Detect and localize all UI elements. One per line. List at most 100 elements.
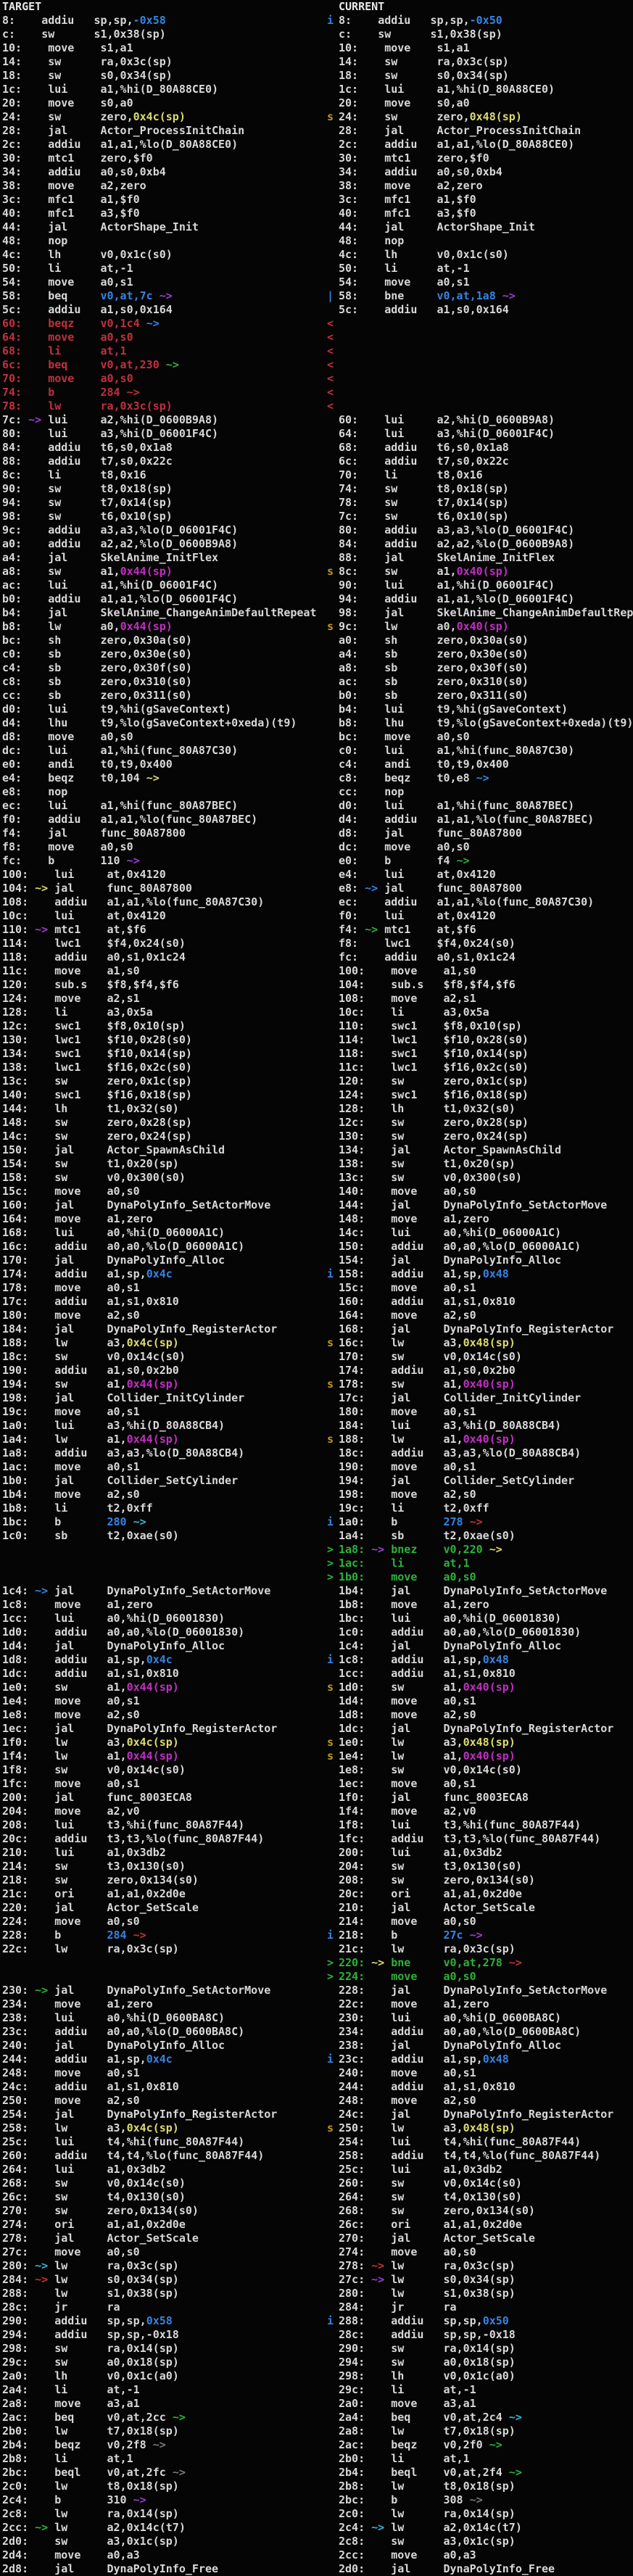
target-line: 130: lwc1 $f10,0x28(s0) xyxy=(0,1033,326,1047)
target-line: 7c: ~> lui a2,%hi(D_0600B9A8) xyxy=(0,413,326,427)
diff-marker xyxy=(326,1625,339,1639)
current-line: 1e0: lw a3,0x48(sp) xyxy=(339,1736,633,1749)
current-line: 138: sw t1,0x20(sp) xyxy=(339,1157,633,1171)
diff-marker xyxy=(326,28,339,41)
target-line: 114: lwc1 $f4,0x24(s0) xyxy=(0,937,326,951)
diff-marker: i xyxy=(326,2314,339,2328)
current-line: 1a8: ~> bnez v0,220 ~> xyxy=(339,1543,633,1557)
target-line: 198: jal Collider_InitCylinder xyxy=(0,1391,326,1405)
current-line: 198: move a2,s0 xyxy=(339,1488,633,1502)
current-line: a0: sh zero,0x30a(s0) xyxy=(339,634,633,647)
diff-marker xyxy=(326,771,339,785)
diff-marker xyxy=(326,1322,339,1336)
diff-marker xyxy=(326,1901,339,1915)
target-line: 1ec: jal DynaPolyInfo_RegisterActor xyxy=(0,1722,326,1736)
current-line: 264: sw t4,0x130(s0) xyxy=(339,2190,633,2204)
diff-marker xyxy=(326,496,339,510)
target-line: 1d0: addiu a0,a0,%lo(D_06001830) xyxy=(0,1625,326,1639)
current-line: 164: move a2,s0 xyxy=(339,1309,633,1322)
diff-marker xyxy=(326,1915,339,1929)
asm-row: 1b0: jal Collider_SetCylinder194: jal Co… xyxy=(0,1474,633,1488)
asm-row: 64: move a0,s0< xyxy=(0,331,633,344)
current-line: 230: lui a0,%hi(D_0600BA8C) xyxy=(339,2011,633,2025)
diff-marker xyxy=(326,2452,339,2466)
current-line: 160: addiu a1,s1,0x810 xyxy=(339,1295,633,1309)
diff-marker xyxy=(326,1198,339,1212)
diff-marker xyxy=(326,2232,339,2245)
current-line: 74: sw t8,0x18(sp) xyxy=(339,482,633,496)
target-line: 1c0: sb t2,0xae(s0) xyxy=(0,1529,326,1543)
diff-marker xyxy=(326,1419,339,1433)
current-line: 1c4: jal DynaPolyInfo_Alloc xyxy=(339,1639,633,1653)
target-line: 118: addiu a0,s1,0x1c24 xyxy=(0,951,326,964)
asm-row: 2cc: ~> lw a2,0x14c(t7)2c4: ~> lw a2,0x1… xyxy=(0,2521,633,2535)
asm-row: 230: ~> jal DynaPolyInfo_SetActorMove228… xyxy=(0,1984,633,1997)
asm-row: 1ec: jal DynaPolyInfo_RegisterActor1dc: … xyxy=(0,1722,633,1736)
current-line: 188: lw a1,0x40(sp) xyxy=(339,1433,633,1446)
asm-row: 258: lw a3,0x4c(sp)s250: lw a3,0x48(sp) xyxy=(0,2121,633,2135)
diff-marker xyxy=(326,2259,339,2273)
current-line: 1a0: b 278 ~> xyxy=(339,1515,633,1529)
asm-row: 1c0: sb t2,0xae(s0)1a4: sb t2,0xae(s0) xyxy=(0,1529,633,1543)
current-line: 108: move a2,s1 xyxy=(339,992,633,1006)
current-line: 4c: lh v0,0x1c(s0) xyxy=(339,248,633,262)
diff-marker: s xyxy=(326,1749,339,1763)
target-line: 190: addiu a1,s0,0x2b0 xyxy=(0,1364,326,1378)
diff-marker xyxy=(326,2328,339,2342)
diff-marker xyxy=(326,951,339,964)
asm-row: 18c: sw v0,0x14c(s0)170: sw v0,0x14c(s0) xyxy=(0,1350,633,1364)
diff-marker xyxy=(326,1832,339,1846)
target-line: 268: sw v0,0x14c(s0) xyxy=(0,2177,326,2190)
diff-marker xyxy=(326,1157,339,1171)
asm-row: 1d0: addiu a0,a0,%lo(D_06001830)1c0: add… xyxy=(0,1625,633,1639)
diff-marker xyxy=(326,1984,339,1997)
current-line: 18c: addiu a3,a3,%lo(D_80A88CB4) xyxy=(339,1446,633,1460)
asm-row: 48: nop 48: nop xyxy=(0,234,633,248)
target-line: 44: jal ActorShape_Init xyxy=(0,220,326,234)
diff-marker xyxy=(326,1446,339,1460)
target-line: f0: addiu a1,a1,%lo(func_80A87BEC) xyxy=(0,813,326,827)
diff-marker xyxy=(326,152,339,165)
current-line: 1f8: lui t3,%hi(func_80A87F44) xyxy=(339,1818,633,1832)
current-line: 220: ~> bne v0,at,278 ~> xyxy=(339,1956,633,1970)
asm-row: 78: lw ra,0x3c(sp)< xyxy=(0,399,633,413)
asm-row: 1a8: addiu a3,a3,%lo(D_80A88CB4)18c: add… xyxy=(0,1446,633,1460)
asm-row: 250: move a2,s0248: move a2,s0 xyxy=(0,2094,633,2108)
current-line: 50: li at,-1 xyxy=(339,262,633,276)
asm-row: 2b8: li at,12b0: li at,1 xyxy=(0,2452,633,2466)
asm-row: 16c: addiu a0,a0,%lo(D_06000A1C)150: add… xyxy=(0,1240,633,1254)
current-line: 11c: lwc1 $f16,0x2c(s0) xyxy=(339,1061,633,1074)
diff-marker xyxy=(326,510,339,523)
asm-row: 98: sw t6,0x10(sp)7c: sw t6,0x10(sp) xyxy=(0,510,633,523)
diff-marker xyxy=(326,2369,339,2383)
target-line: b4: jal SkelAnime_ChangeAnimDefaultRepea… xyxy=(0,606,326,620)
target-line: 1c4: ~> jal DynaPolyInfo_SetActorMove xyxy=(0,1584,326,1598)
current-line: 84: addiu a2,a2,%lo(D_0600B9A8) xyxy=(339,537,633,551)
current-line: d0: lui a1,%hi(func_80A87BEC) xyxy=(339,799,633,813)
asm-row: 1f4: lw a1,0x44(sp)s1e4: lw a1,0x40(sp) xyxy=(0,1749,633,1763)
diff-marker xyxy=(326,647,339,661)
current-line: 34: addiu a0,s0,0xb4 xyxy=(339,165,633,179)
current-line: 23c: addiu a1,sp,0x48 xyxy=(339,2053,633,2066)
current-line: 1d8: move a2,s0 xyxy=(339,1708,633,1722)
target-line: 2cc: ~> lw a2,0x14c(t7) xyxy=(0,2521,326,2535)
current-line: 70: li t8,0x16 xyxy=(339,468,633,482)
target-line: 150: jal Actor_SpawnAsChild xyxy=(0,1143,326,1157)
current-line: 40: mfc1 a3,$f0 xyxy=(339,207,633,220)
diff-marker xyxy=(326,2163,339,2177)
target-line: 2c0: lw t8,0x18(sp) xyxy=(0,2480,326,2493)
current-line: 58: bne v0,at,1a8 ~> xyxy=(339,289,633,303)
diff-marker xyxy=(326,303,339,317)
asm-row: d8: move a0,s0bc: move a0,s0 xyxy=(0,730,633,744)
asm-row: 244: addiu a1,sp,0x4ci23c: addiu a1,sp,0… xyxy=(0,2053,633,2066)
diff-marker xyxy=(326,1116,339,1130)
current-line: 120: sw zero,0x1c(sp) xyxy=(339,1074,633,1088)
asm-row: 180: move a2,s0164: move a2,s0 xyxy=(0,1309,633,1322)
target-line: 1a0: lui a3,%hi(D_80A88CB4) xyxy=(0,1419,326,1433)
diff-marker xyxy=(326,96,339,110)
diff-marker xyxy=(326,1887,339,1901)
asm-row: 204: move a2,v01f4: move a2,v0 xyxy=(0,1805,633,1818)
asm-row: 2c: addiu a1,a1,%lo(D_80A88CE0)2c: addiu… xyxy=(0,138,633,152)
diff-marker xyxy=(326,482,339,496)
asm-row: 11c: move a1,s0100: move a1,s0 xyxy=(0,964,633,978)
